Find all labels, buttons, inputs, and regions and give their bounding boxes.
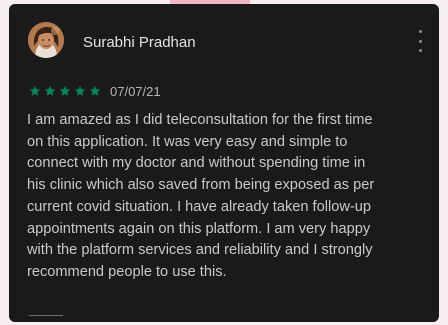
divider — [29, 315, 63, 316]
review-text: I am amazed as I did teleconsultation fo… — [27, 110, 427, 284]
review-text-line: appointments again on this platform. I a… — [27, 220, 371, 237]
star-rating — [29, 85, 101, 97]
avatar — [28, 22, 64, 58]
review-text-line: I am amazed as I did teleconsultation fo… — [27, 112, 373, 128]
more-options-icon[interactable] — [413, 30, 427, 52]
star-icon — [74, 85, 86, 97]
review-text-line: his clinic which also saved from being e… — [27, 177, 375, 194]
review-text-line: on this application. It was very easy an… — [27, 133, 348, 150]
star-icon — [44, 85, 56, 97]
more-dot — [418, 39, 422, 43]
review-text-line: connect with my doctor and without spend… — [27, 155, 366, 172]
review-text-line: with the platform services and reliabili… — [27, 242, 373, 259]
star-icon — [29, 85, 41, 97]
more-dot — [418, 49, 422, 52]
review-date: 07/07/21 — [110, 83, 161, 99]
star-icon — [59, 85, 71, 97]
review-text-line: recommend people to use this. — [27, 263, 227, 280]
star-icon — [89, 85, 101, 97]
rating-row: 07/07/21 — [29, 83, 161, 99]
review-text-line: current covid situation. I have already … — [27, 198, 371, 215]
review-card: Surabhi Pradhan 07/07/21 I am amazed as … — [9, 4, 439, 322]
more-dot — [418, 30, 422, 33]
reviewer-name: Surabhi Pradhan — [83, 34, 196, 51]
profile-photo-icon — [28, 22, 64, 58]
